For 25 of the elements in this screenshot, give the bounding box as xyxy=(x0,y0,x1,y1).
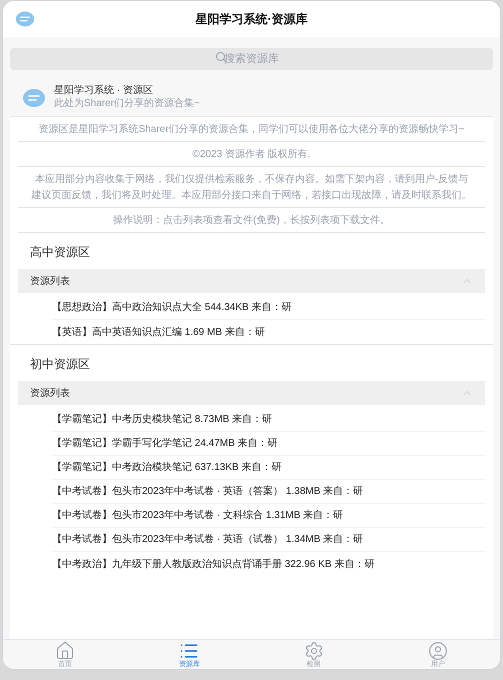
resource-item[interactable]: 【英语】高中英语知识点汇编 1.69 MB 来自：研 xyxy=(52,320,485,344)
notice-text: ©2023 资源作者 版权所有. xyxy=(192,149,310,160)
resource-item[interactable]: 【学霸笔记】中考历史模块笔记 8.73MB 来自：研 xyxy=(52,408,485,432)
resource-list-header[interactable]: 资源列表 xyxy=(18,269,485,293)
header-title: 星阳学习系统·资源库 xyxy=(196,11,308,28)
resource-item[interactable]: 【思想政治】高中政治知识点大全 544.34KB 来自：研 xyxy=(52,296,485,320)
user-icon xyxy=(428,641,448,661)
resource-item[interactable]: 【学霸笔记】学霸手写化学笔记 24.47MB 来自：研 xyxy=(52,432,485,456)
resource-item[interactable]: 【中考政治】九年级下册人教版政治知识点背诵手册 322.96 KB 来自：研 xyxy=(52,552,485,576)
notice-text: 操作说明：点击列表项查看文件(免费)，长按列表项下载文件。 xyxy=(113,215,390,226)
section-title: 初中资源区 xyxy=(30,357,90,371)
intro-subtitle: 此处为Sharer们分享的资源合集~ xyxy=(54,98,200,110)
resource-item[interactable]: 【中考试卷】包头市2023年中考试卷 · 英语（试卷） 1.34MB 来自：研 xyxy=(52,528,485,552)
search-field[interactable]: 搜索资源库 xyxy=(10,48,493,70)
resource-list-header[interactable]: 资源列表 xyxy=(18,381,485,405)
resource-item[interactable]: 【学霸笔记】中考政治模块笔记 637.13KB 来自：研 xyxy=(52,456,485,480)
notice-text: 资源区是星阳学习系统Sharer们分享的资源合集，同学们可以使用各位大佬分享的资源畅快学习~ xyxy=(38,124,464,135)
resource-item[interactable]: 【中考试卷】包头市2023年中考试卷 · 文科综合 1.31MB 来自：研 xyxy=(52,504,485,528)
home-icon xyxy=(55,641,76,661)
intro-title: 星阳学习系统 · 资源区 xyxy=(54,85,154,98)
chat-bubble-logo-icon xyxy=(15,9,35,29)
notice-text: 本应用部分内容收集于网络，我们仅提供检索服务，不保存内容。如需下架内容，请到用户-反馈与建议页面反馈，我们将及时处理。本应用部分接口来自于网络，若接口出现故障，请及时联系我们。 xyxy=(32,174,472,201)
resource-item[interactable]: 【中考试卷】包头市2023年中考试卷 · 英语（答案） 1.38MB 来自：研 xyxy=(52,480,485,504)
section-title: 高中资源区 xyxy=(30,245,90,259)
settings-icon xyxy=(304,641,324,661)
